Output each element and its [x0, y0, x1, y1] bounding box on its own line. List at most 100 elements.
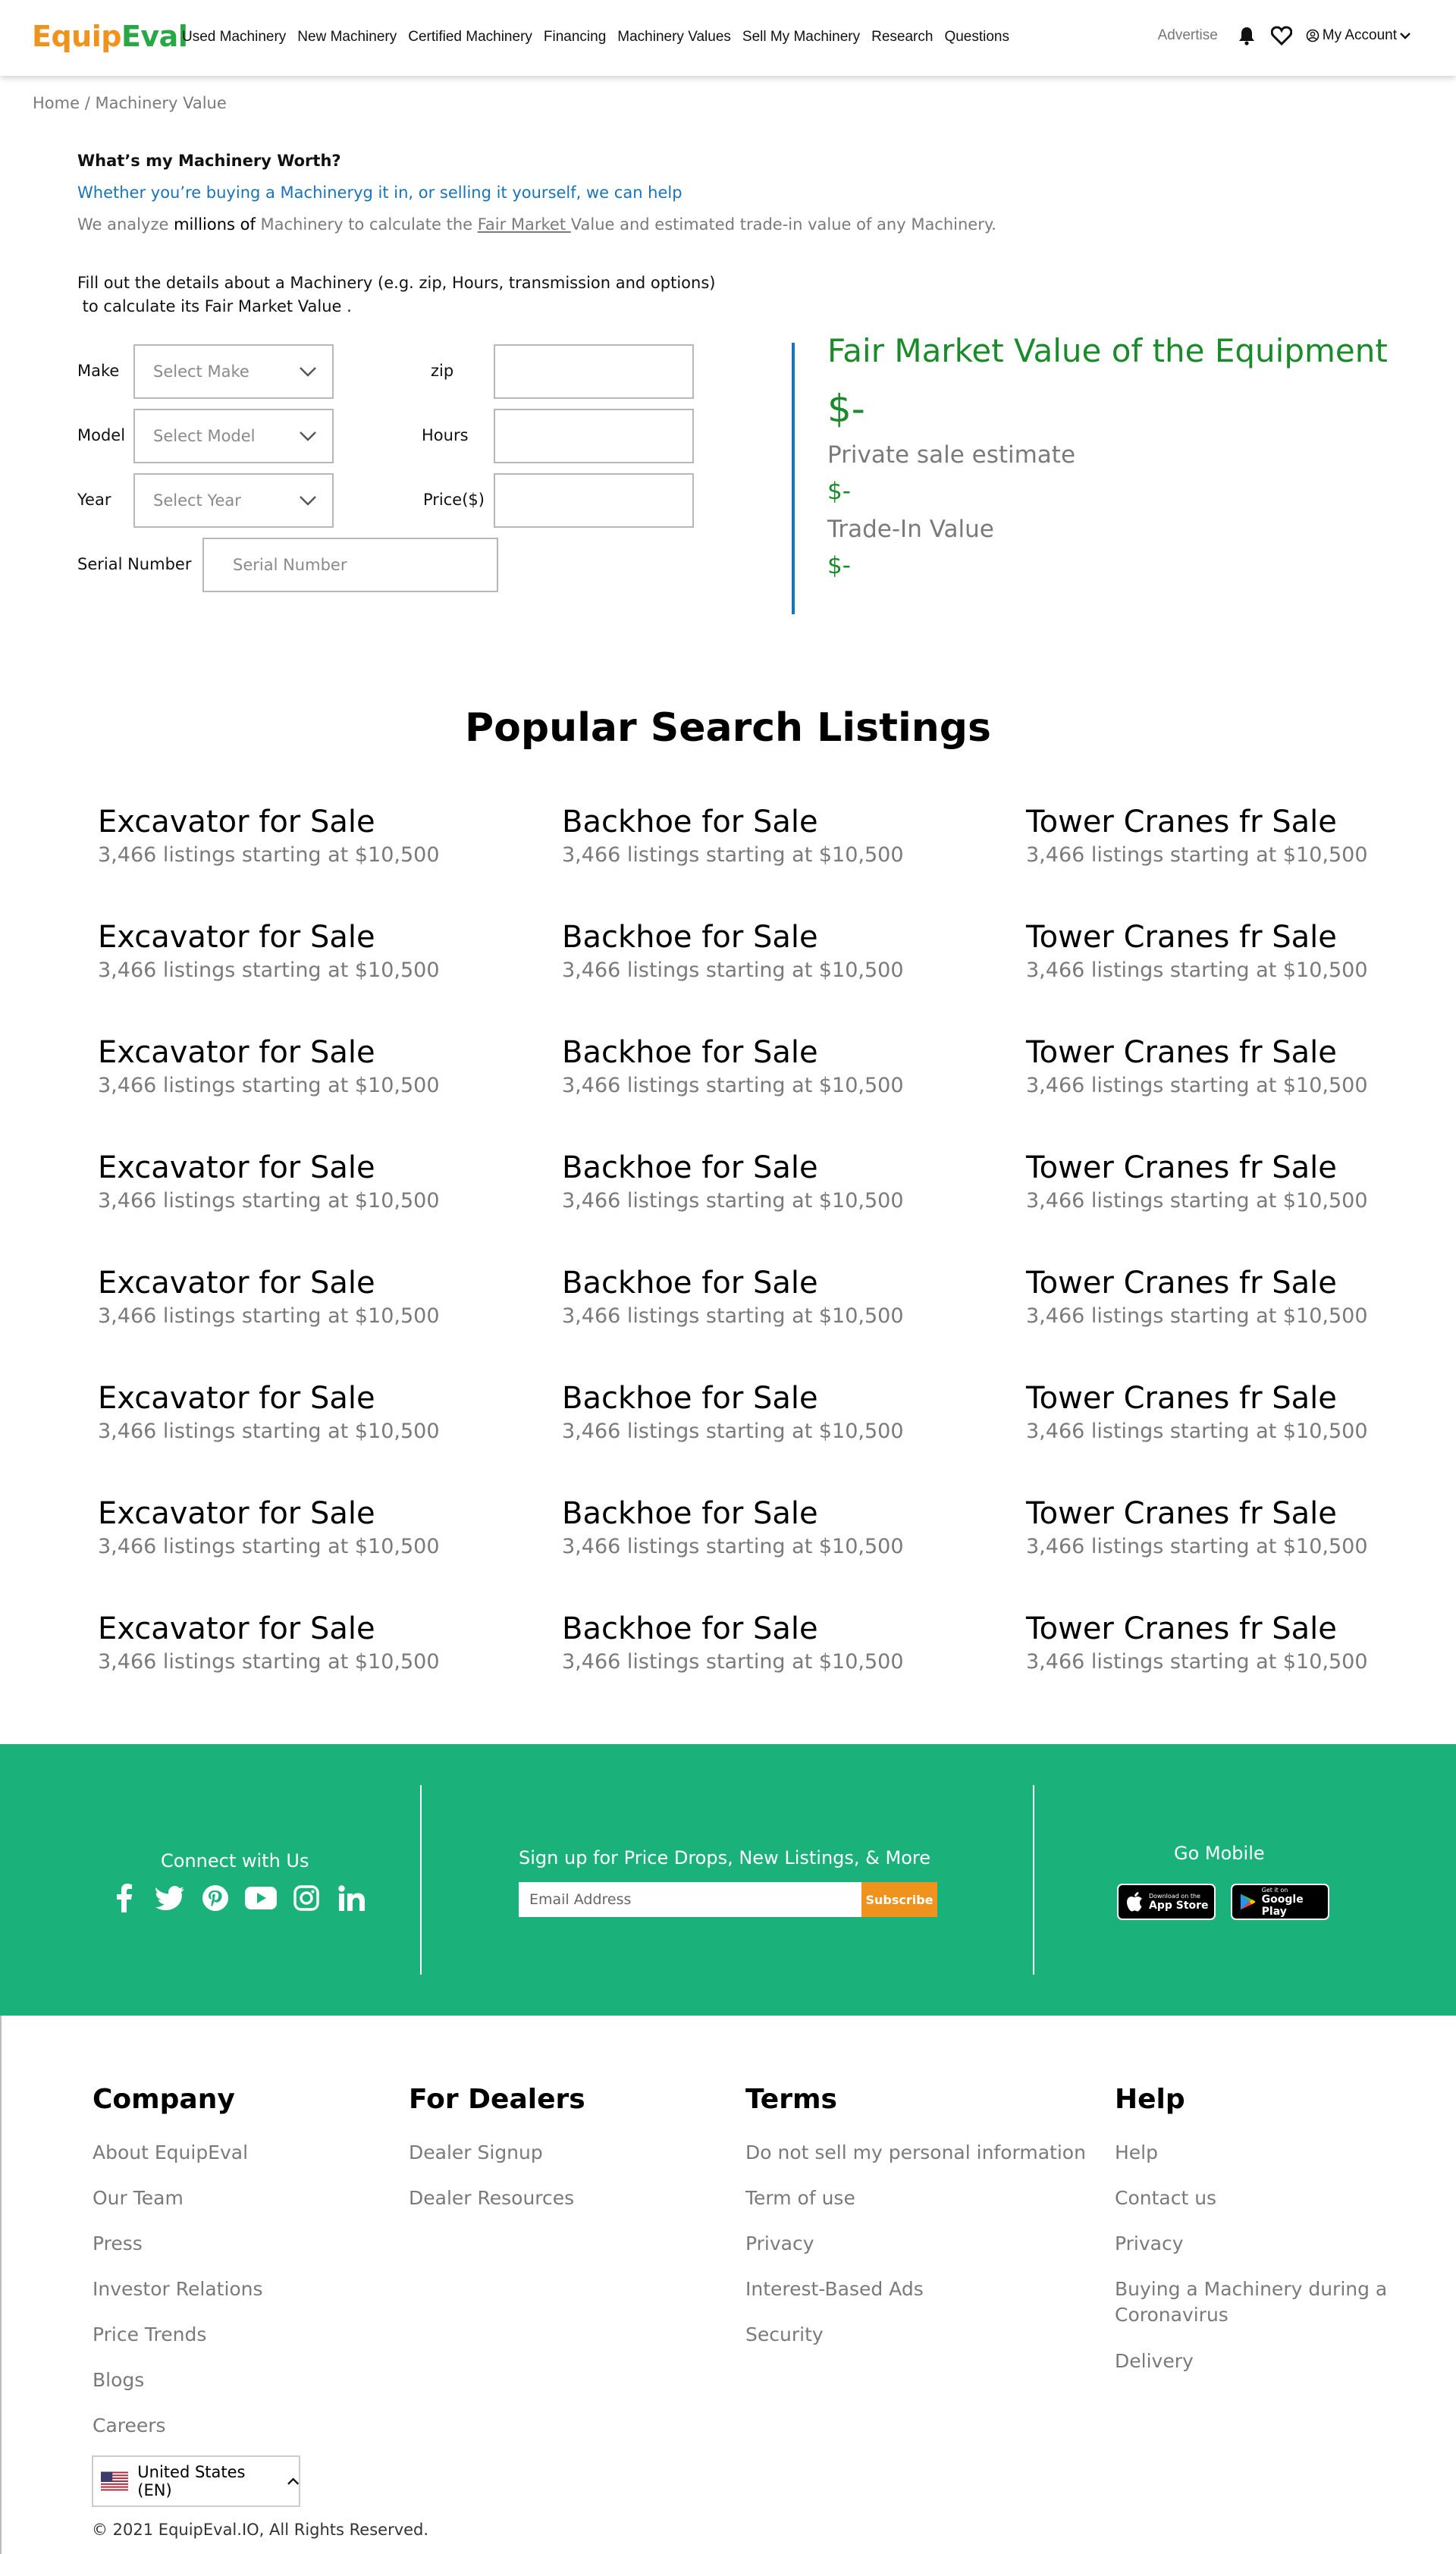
listing-item[interactable]: Excavator for Sale 3,466 listings startin…	[98, 1380, 562, 1495]
footer-link-term-of-use[interactable]: Term of use	[745, 2185, 855, 2211]
intro-section: What’s my Machinery Worth? Whether you’r…	[77, 152, 1215, 234]
google-play-small-text: Get it on	[1261, 1886, 1288, 1894]
zip-input[interactable]	[494, 344, 694, 399]
listing-item[interactable]: Backhoe for Sale 3,466 listings starting …	[562, 1150, 1026, 1265]
nav-financing[interactable]: Financing	[544, 29, 606, 45]
listing-item[interactable]: Excavator for Sale 3,466 listings startin…	[98, 919, 562, 1034]
user-circle-icon	[1306, 29, 1320, 42]
subscribe-button[interactable]: Subscribe	[861, 1882, 937, 1917]
us-flag-icon	[101, 2471, 129, 2491]
linkedin-icon[interactable]	[336, 1882, 368, 1914]
listing-subtitle: 3,466 listings starting at $10,500	[562, 1650, 904, 1674]
price-input[interactable]	[494, 473, 694, 528]
nav-used-machinery[interactable]: Used Machinery	[182, 29, 286, 45]
listing-item[interactable]: Tower Cranes fr Sale 3,466 listings start…	[1026, 1380, 1451, 1495]
band-divider	[1033, 1785, 1034, 1975]
pinterest-icon[interactable]	[199, 1882, 231, 1914]
footer-link-dealer-signup[interactable]: Dealer Signup	[409, 2140, 543, 2166]
form-instructions: Fill out the details about a Machinery (…	[77, 274, 716, 315]
listing-title: Excavator for Sale	[98, 805, 375, 839]
serial-number-input[interactable]	[202, 538, 498, 592]
hours-input[interactable]	[494, 409, 694, 463]
listing-item[interactable]: Backhoe for Sale 3,466 listings starting …	[562, 804, 1026, 919]
band-divider	[420, 1785, 422, 1975]
listing-item[interactable]: Tower Cranes fr Sale 3,466 listings start…	[1026, 919, 1451, 1034]
listing-item[interactable]: Backhoe for Sale 3,466 listings starting …	[562, 919, 1026, 1034]
listing-subtitle: 3,466 listings starting at $10,500	[1026, 1074, 1368, 1097]
year-select[interactable]: Select Year	[133, 473, 334, 528]
listing-subtitle: 3,466 listings starting at $10,500	[1026, 843, 1368, 867]
listing-item[interactable]: Tower Cranes fr Sale 3,466 listings start…	[1026, 804, 1451, 919]
listing-item[interactable]: Tower Cranes fr Sale 3,466 listings start…	[1026, 1034, 1451, 1150]
footer-link-do-not-sell[interactable]: Do not sell my personal information	[745, 2140, 1086, 2166]
nav-sell-my-machinery[interactable]: Sell My Machinery	[742, 29, 860, 45]
google-play-badge[interactable]: Get it on Google Play	[1231, 1884, 1329, 1920]
footer-link-delivery[interactable]: Delivery	[1115, 2348, 1194, 2374]
listing-item[interactable]: Excavator for Sale 3,466 listings startin…	[98, 804, 562, 919]
breadcrumb-home[interactable]: Home	[33, 94, 80, 112]
value-panel-divider	[792, 343, 795, 614]
advertise-link[interactable]: Advertise	[1158, 27, 1218, 44]
footer-link-security[interactable]: Security	[745, 2322, 824, 2348]
footer-link-investor-relations[interactable]: Investor Relations	[93, 2276, 263, 2302]
footer-link-interest-based-ads[interactable]: Interest-Based Ads	[745, 2276, 924, 2302]
footer-link-blogs[interactable]: Blogs	[93, 2367, 144, 2393]
country-selector[interactable]: United States (EN)	[92, 2455, 300, 2507]
listing-item[interactable]: Tower Cranes fr Sale 3,466 listings start…	[1026, 1611, 1451, 1726]
footer-link-help[interactable]: Help	[1115, 2140, 1158, 2166]
model-select[interactable]: Select Model	[133, 409, 334, 463]
instagram-icon[interactable]	[290, 1882, 322, 1914]
footer-link-contact-us[interactable]: Contact us	[1115, 2185, 1216, 2211]
listing-subtitle: 3,466 listings starting at $10,500	[562, 1074, 904, 1097]
nav-machinery-values[interactable]: Machinery Values	[617, 29, 731, 45]
listing-item[interactable]: Backhoe for Sale 3,466 listings starting …	[562, 1495, 1026, 1611]
chevron-down-icon	[1400, 33, 1410, 39]
heart-icon[interactable]	[1270, 23, 1292, 49]
nav-research[interactable]: Research	[871, 29, 933, 45]
listing-title: Backhoe for Sale	[562, 920, 818, 955]
nav-questions[interactable]: Questions	[944, 29, 1009, 45]
nav-new-machinery[interactable]: New Machinery	[297, 29, 397, 45]
listing-item[interactable]: Backhoe for Sale 3,466 listings starting …	[562, 1034, 1026, 1150]
footer-link-price-trends[interactable]: Price Trends	[93, 2322, 206, 2348]
listing-item[interactable]: Tower Cranes fr Sale 3,466 listings start…	[1026, 1150, 1451, 1265]
listing-item[interactable]: Backhoe for Sale 3,466 listings starting …	[562, 1611, 1026, 1726]
listing-item[interactable]: Excavator for Sale 3,466 listings startin…	[98, 1150, 562, 1265]
listing-subtitle: 3,466 listings starting at $10,500	[562, 1189, 904, 1213]
footer-link-about[interactable]: About EquipEval	[93, 2140, 248, 2166]
footer-link-help-privacy[interactable]: Privacy	[1115, 2231, 1184, 2257]
email-input[interactable]	[519, 1882, 861, 1917]
footer-link-careers[interactable]: Careers	[93, 2413, 166, 2439]
breadcrumb-separator: /	[84, 94, 90, 112]
fair-market-link[interactable]: Fair Market	[478, 215, 571, 234]
listing-item[interactable]: Excavator for Sale 3,466 listings startin…	[98, 1495, 562, 1611]
chevron-up-icon	[287, 2477, 299, 2485]
listing-item[interactable]: Tower Cranes fr Sale 3,466 listings start…	[1026, 1495, 1451, 1611]
app-store-badge[interactable]: Download on the App Store	[1117, 1884, 1216, 1920]
nav-certified-machinery[interactable]: Certified Machinery	[408, 29, 532, 45]
facebook-icon[interactable]	[108, 1882, 140, 1914]
apple-icon	[1127, 1892, 1142, 1912]
footer-link-coronavirus[interactable]: Buying a Machinery during a Coronavirus	[1115, 2276, 1388, 2328]
listing-item[interactable]: Backhoe for Sale 3,466 listings starting …	[562, 1265, 1026, 1380]
logo[interactable]: EquipEval	[32, 20, 188, 53]
listing-subtitle: 3,466 listings starting at $10,500	[1026, 1420, 1368, 1443]
footer-link-dealer-resources[interactable]: Dealer Resources	[409, 2185, 574, 2211]
bell-icon[interactable]	[1236, 23, 1257, 49]
footer-help-title: Help	[1115, 2084, 1185, 2115]
footer-link-press[interactable]: Press	[93, 2231, 143, 2257]
listing-item[interactable]: Backhoe for Sale 3,466 listings starting …	[562, 1380, 1026, 1495]
make-select[interactable]: Select Make	[133, 344, 334, 399]
listing-item[interactable]: Excavator for Sale 3,466 listings startin…	[98, 1034, 562, 1150]
youtube-icon[interactable]	[245, 1882, 277, 1914]
twitter-icon[interactable]	[154, 1882, 186, 1914]
footer-link-our-team[interactable]: Our Team	[93, 2185, 184, 2211]
listing-title: Tower Cranes fr Sale	[1026, 1381, 1337, 1416]
my-account-menu[interactable]: My Account	[1306, 27, 1410, 44]
listing-item[interactable]: Excavator for Sale 3,466 listings startin…	[98, 1265, 562, 1380]
footer-link-privacy[interactable]: Privacy	[745, 2231, 814, 2257]
zip-label: zip	[431, 362, 454, 380]
listing-item[interactable]: Tower Cranes fr Sale 3,466 listings start…	[1026, 1265, 1451, 1380]
listing-title: Backhoe for Sale	[562, 1266, 818, 1301]
listing-item[interactable]: Excavator for Sale 3,466 listings startin…	[98, 1611, 562, 1726]
